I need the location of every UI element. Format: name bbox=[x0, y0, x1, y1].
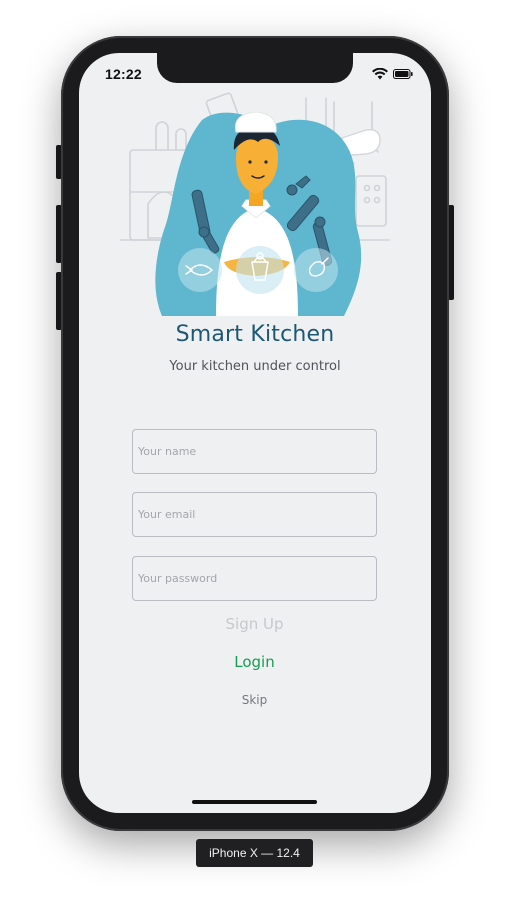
skip-button[interactable]: Skip bbox=[132, 693, 377, 707]
home-indicator[interactable] bbox=[192, 800, 317, 804]
status-time: 12:22 bbox=[105, 66, 142, 82]
notch bbox=[157, 53, 353, 83]
chef-illustration bbox=[120, 92, 390, 316]
wifi-icon bbox=[372, 68, 388, 80]
app-subtitle: Your kitchen under control bbox=[169, 359, 341, 374]
simulator-device-label: iPhone X — 12.4 bbox=[196, 839, 313, 867]
simulator-stage: 12:22 Smart Kitchen Your kitchen under c… bbox=[0, 0, 509, 900]
name-field[interactable] bbox=[132, 429, 377, 474]
app-title: Smart Kitchen bbox=[175, 322, 335, 347]
battery-icon bbox=[393, 69, 413, 79]
login-button[interactable]: Login bbox=[132, 653, 377, 671]
signup-button[interactable]: Sign Up bbox=[132, 615, 377, 633]
password-field[interactable] bbox=[132, 556, 377, 601]
email-field[interactable] bbox=[132, 492, 377, 537]
